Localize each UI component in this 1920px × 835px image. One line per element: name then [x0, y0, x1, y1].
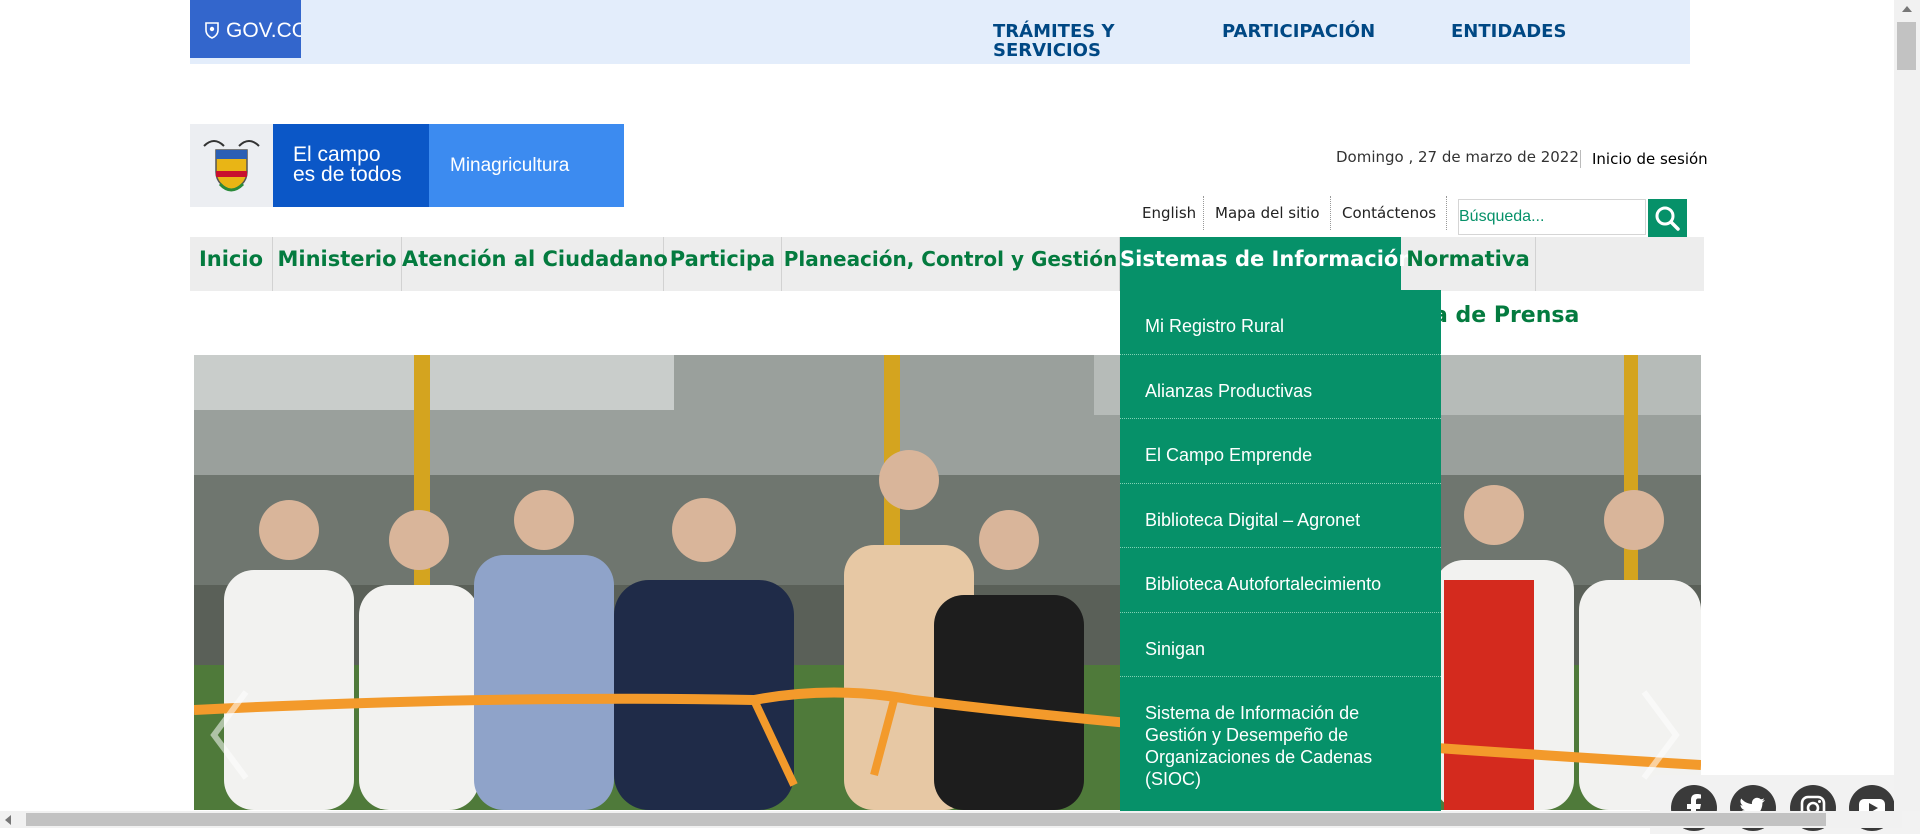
sistemas-dropdown-menu: Mi Registro Rural Alianzas Productivas E…	[1120, 290, 1441, 820]
nav-item-atencion[interactable]: Atención al Ciudadano	[402, 237, 668, 291]
header-divider	[1580, 150, 1581, 168]
dropdown-item-biblioteca-agronet[interactable]: Biblioteca Digital – Agronet	[1120, 484, 1441, 548]
colombia-shield-icon	[205, 22, 219, 39]
carousel-next-button[interactable]	[1640, 690, 1680, 780]
gov-link-entidades[interactable]: ENTIDADES	[1451, 22, 1566, 41]
brand-slogan: El campo es de todos	[293, 143, 402, 186]
chevron-left-icon	[210, 690, 249, 780]
scroll-left-arrow-icon[interactable]	[5, 815, 11, 825]
hero-image	[194, 355, 1701, 810]
dropdown-item-sioc[interactable]: Sistema de Información de Gestión y Dese…	[1120, 677, 1441, 820]
ministry-logo[interactable]: El campo es de todos Minagricultura	[190, 124, 624, 207]
nav-item-ministerio[interactable]: Ministerio	[273, 237, 402, 291]
nav-item-normativa[interactable]: Normativa	[1401, 237, 1536, 291]
utility-link-english[interactable]: English	[1142, 204, 1196, 222]
search-icon	[1655, 206, 1680, 231]
gov-co-text: GOV.CO	[226, 19, 301, 42]
vertical-scrollbar[interactable]	[1894, 0, 1920, 811]
utility-link-sitemap[interactable]: Mapa del sitio	[1215, 204, 1320, 222]
nav-item-sistemas[interactable]: Sistemas de Información	[1120, 237, 1413, 291]
current-date: Domingo , 27 de marzo de 2022	[1336, 148, 1579, 166]
dropdown-item-alianzas-productivas[interactable]: Alianzas Productivas	[1120, 355, 1441, 419]
gov-link-participacion[interactable]: PARTICIPACIÓN	[1222, 22, 1375, 41]
nav-item-participa[interactable]: Participa	[664, 237, 782, 291]
utility-link-contact[interactable]: Contáctenos	[1342, 204, 1436, 222]
nav-item-planeacion[interactable]: Planeación, Control y Gestión	[782, 237, 1120, 291]
dropdown-item-campo-emprende[interactable]: El Campo Emprende	[1120, 419, 1441, 484]
dropdown-item-biblioteca-autofortalecimiento[interactable]: Biblioteca Autofortalecimiento	[1120, 548, 1441, 613]
brand-slogan-block: El campo es de todos	[273, 124, 429, 207]
scroll-up-arrow-icon[interactable]	[1902, 6, 1912, 12]
gov-link-tramites[interactable]: TRÁMITES Y SERVICIOS	[993, 22, 1143, 60]
chevron-right-icon	[1641, 690, 1680, 780]
vertical-scroll-thumb[interactable]	[1897, 22, 1916, 70]
search-button[interactable]	[1648, 199, 1687, 237]
horizontal-scroll-thumb[interactable]	[26, 813, 1826, 826]
dropdown-item-sinigan[interactable]: Sinigan	[1120, 613, 1441, 677]
dropdown-item-mi-registro-rural[interactable]: Mi Registro Rural	[1120, 290, 1441, 355]
brand-ministry-block: Minagricultura	[429, 124, 624, 207]
search-input[interactable]	[1458, 199, 1646, 235]
carousel-prev-button[interactable]	[210, 690, 250, 780]
utility-divider	[1330, 196, 1331, 230]
nav-item-inicio[interactable]: Inicio	[190, 237, 273, 291]
utility-divider	[1203, 196, 1204, 230]
colombia-coat-of-arms-icon	[190, 124, 273, 207]
nav-item-sala-de-prensa[interactable]: a de Prensa	[1433, 303, 1579, 328]
utility-divider	[1446, 196, 1447, 230]
login-link[interactable]: Inicio de sesión	[1592, 150, 1708, 168]
brand-ministry: Minagricultura	[450, 155, 570, 176]
gov-co-logo[interactable]: GOV.CO	[190, 0, 301, 58]
